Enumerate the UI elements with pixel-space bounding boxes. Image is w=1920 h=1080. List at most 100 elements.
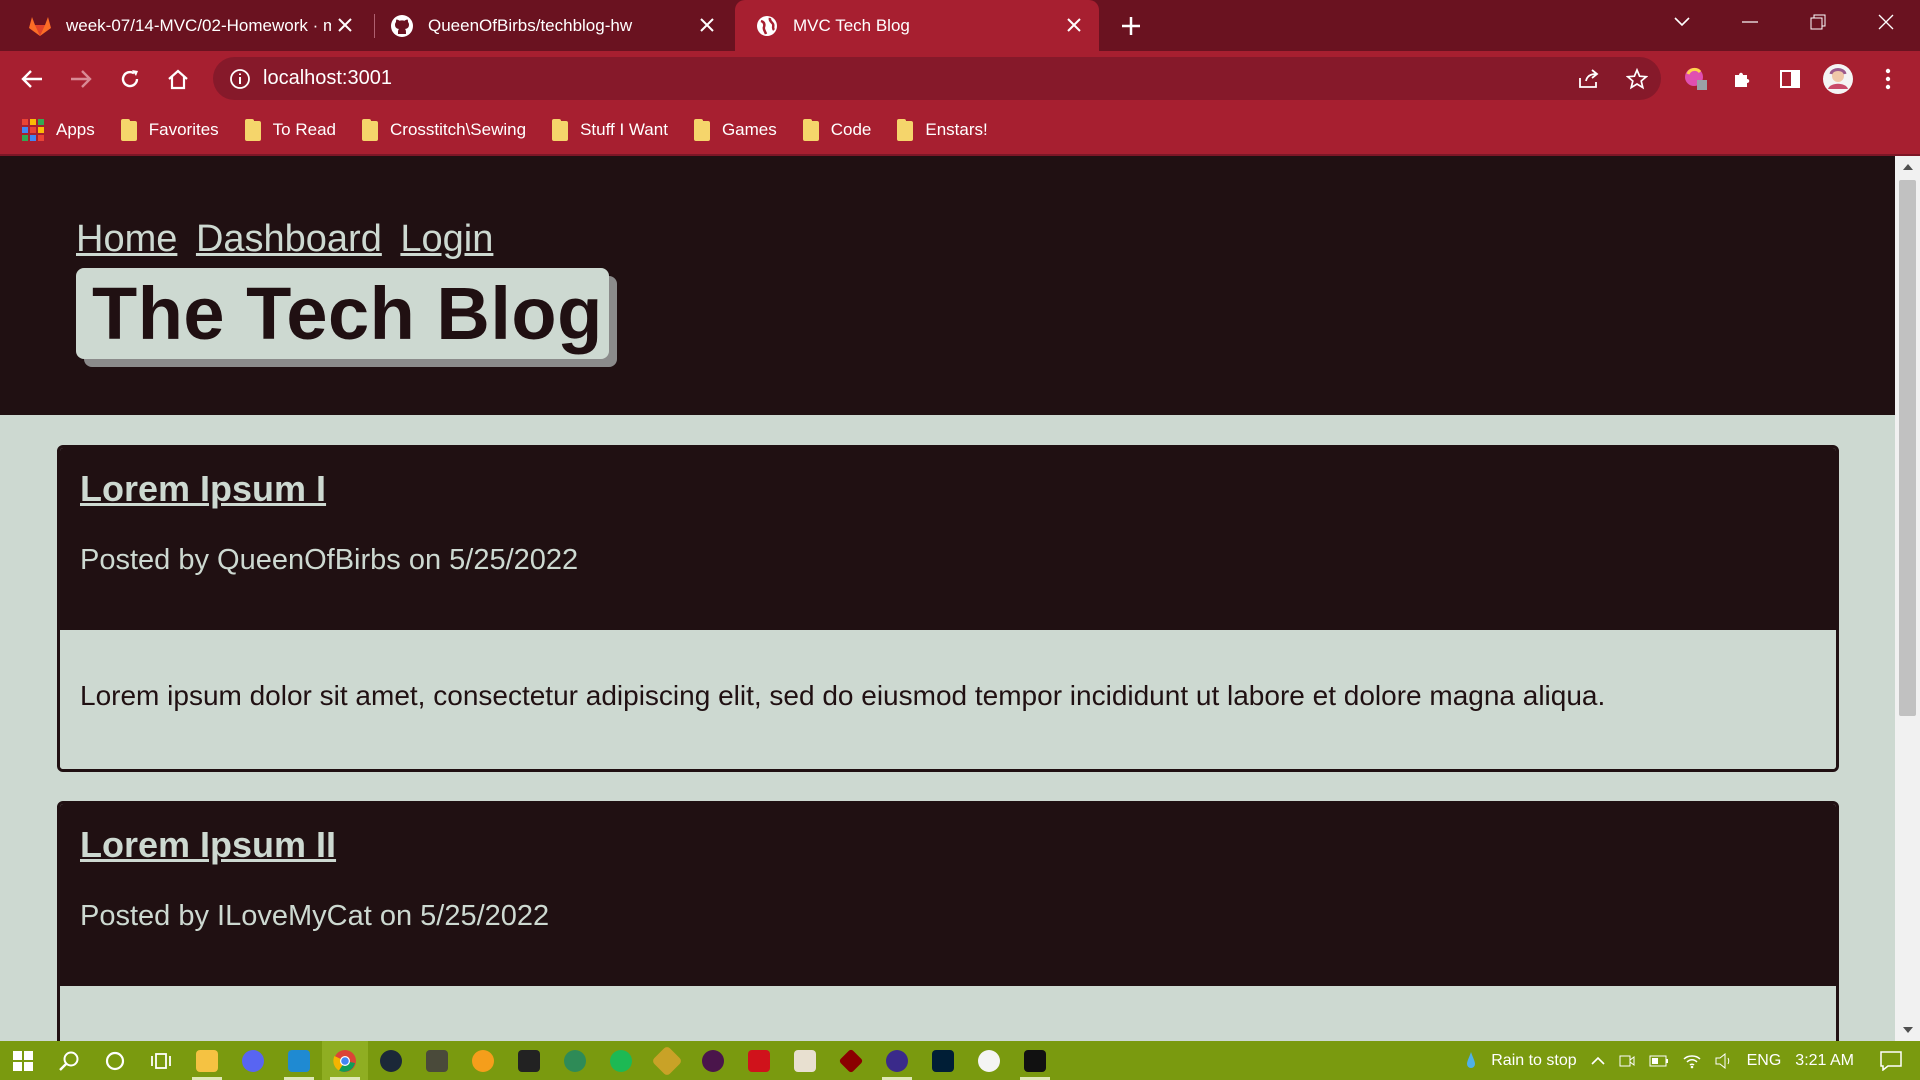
discord-icon <box>242 1049 264 1072</box>
tab-search-button[interactable] <box>1648 0 1716 44</box>
folder-icon <box>897 119 914 141</box>
post-title-link[interactable]: Lorem Ipsum I <box>80 468 326 510</box>
apps-grid-icon <box>22 119 44 141</box>
folder-icon <box>244 119 261 141</box>
nav-link-dashboard[interactable]: Dashboard <box>196 218 382 260</box>
chevron-down-icon <box>1674 17 1690 27</box>
reload-button[interactable] <box>114 63 146 95</box>
minimize-button[interactable] <box>1716 0 1784 44</box>
taskbar-app-steam[interactable] <box>368 1041 414 1080</box>
post-title-link[interactable]: Lorem Ipsum II <box>80 824 336 866</box>
bookmark-folder-code[interactable]: Code <box>802 113 871 147</box>
app-icon <box>564 1049 586 1072</box>
notification-icon <box>1880 1050 1902 1071</box>
share-button[interactable] <box>1565 57 1613 100</box>
bookmark-folder-stuff-i-want[interactable]: Stuff I Want <box>552 113 668 147</box>
browser-menu-button[interactable] <box>1872 63 1904 95</box>
bookmark-folder-games[interactable]: Games <box>693 113 777 147</box>
taskbar-app-21[interactable] <box>966 1041 1012 1080</box>
taskbar-app-vscode[interactable] <box>276 1041 322 1080</box>
task-view-button[interactable] <box>138 1041 184 1080</box>
address-bar[interactable]: localhost:3001 <box>213 57 1661 100</box>
taskbar-app-acrobat[interactable] <box>736 1041 782 1080</box>
restore-button[interactable] <box>1784 0 1852 44</box>
browser-toolbar: localhost:3001 <box>0 51 1920 106</box>
bookmark-star-button[interactable] <box>1613 57 1661 100</box>
taskbar-app-discord[interactable] <box>230 1041 276 1080</box>
weather-widget[interactable]: Rain to stop <box>1465 1050 1577 1072</box>
post-card: Lorem Ipsum I Posted by QueenOfBirbs on … <box>57 445 1839 772</box>
close-icon[interactable] <box>696 14 718 36</box>
start-button[interactable] <box>0 1041 46 1080</box>
post-content: Lorem ipsum dolor sit amet, consectetur … <box>80 680 1606 711</box>
chrome-icon <box>333 1049 356 1072</box>
github-icon <box>390 14 414 38</box>
profile-button[interactable] <box>1822 63 1854 95</box>
forward-button[interactable] <box>65 63 97 95</box>
side-panel-button[interactable] <box>1774 63 1806 95</box>
taskbar-app-photoshop[interactable] <box>920 1041 966 1080</box>
site-header: Home Dashboard Login The Tech Blog <box>0 156 1895 415</box>
taskbar-app-9[interactable] <box>414 1041 460 1080</box>
taskbar-app-chrome[interactable] <box>322 1041 368 1080</box>
post-body <box>60 986 1836 1041</box>
scroll-up-arrow-icon[interactable] <box>1903 164 1913 170</box>
search-button[interactable] <box>46 1041 92 1080</box>
taskbar-app-14[interactable] <box>644 1041 690 1080</box>
bookmark-label: Favorites <box>148 120 219 139</box>
taskbar-app-19[interactable] <box>874 1041 920 1080</box>
taskbar-app-17[interactable] <box>782 1041 828 1080</box>
arrow-right-icon <box>71 70 92 88</box>
wifi-icon <box>1683 1054 1701 1068</box>
taskbar-app-slack[interactable] <box>690 1041 736 1080</box>
close-window-button[interactable] <box>1852 0 1920 44</box>
bookmark-label: Crosstitch\Sewing <box>390 120 527 139</box>
tray-wifi-button[interactable] <box>1683 1053 1701 1069</box>
bookmark-folder-crosstitch-sewing[interactable]: Crosstitch\Sewing <box>362 113 526 147</box>
folder-icon <box>802 119 819 141</box>
notifications-button[interactable] <box>1880 1050 1902 1071</box>
taskbar-app-spotify[interactable] <box>598 1041 644 1080</box>
system-tray: Rain to stop ENG 3:21 AM <box>1465 1041 1920 1080</box>
page-scrollbar[interactable] <box>1895 156 1920 1041</box>
app-icon <box>426 1049 448 1072</box>
tab-gitlab[interactable]: week-07/14-MVC/02-Homework · m <box>0 0 370 51</box>
window-controls <box>1648 0 1920 44</box>
clock-button[interactable]: 3:21 AM <box>1795 1052 1854 1070</box>
taskbar-app-18[interactable] <box>828 1041 874 1080</box>
bookmark-apps[interactable]: Apps <box>22 113 95 147</box>
search-icon <box>59 1051 79 1071</box>
close-icon[interactable] <box>334 14 356 36</box>
nav-link-login[interactable]: Login <box>400 218 493 260</box>
back-button[interactable] <box>16 63 48 95</box>
taskbar-app-file-explorer[interactable] <box>184 1041 230 1080</box>
scroll-down-arrow-icon[interactable] <box>1903 1027 1913 1033</box>
bookmark-folder-to-read[interactable]: To Read <box>244 113 336 147</box>
show-hidden-icons-button[interactable] <box>1591 1056 1605 1066</box>
tray-battery-button[interactable] <box>1649 1055 1669 1067</box>
taskbar-app-12[interactable] <box>552 1041 598 1080</box>
terminal-icon <box>1024 1049 1046 1072</box>
scrollbar-thumb[interactable] <box>1899 180 1916 716</box>
bookmark-folder-enstars[interactable]: Enstars! <box>897 113 988 147</box>
share-icon <box>1579 68 1599 88</box>
tray-meet-now-button[interactable] <box>1619 1053 1635 1069</box>
extension-button[interactable] <box>1680 63 1712 95</box>
bookmarks-bar: Apps Favorites To Read Crosstitch\Sewing… <box>0 106 1920 156</box>
nav-link-home[interactable]: Home <box>76 218 177 260</box>
tab-mvc-tech-blog[interactable]: MVC Tech Blog <box>735 0 1099 51</box>
tray-volume-button[interactable] <box>1715 1052 1733 1069</box>
tab-title: MVC Tech Blog <box>793 15 910 35</box>
cortana-button[interactable] <box>92 1041 138 1080</box>
new-tab-button[interactable] <box>1117 12 1145 40</box>
tab-github[interactable]: QueenOfBirbs/techblog-hw <box>362 0 732 51</box>
taskbar-app-7zip[interactable] <box>506 1041 552 1080</box>
taskbar-app-10[interactable] <box>460 1041 506 1080</box>
close-icon[interactable] <box>1063 14 1085 36</box>
input-language-button[interactable]: ENG <box>1747 1052 1782 1070</box>
taskbar-app-terminal[interactable] <box>1012 1041 1058 1080</box>
bookmark-folder-favorites[interactable]: Favorites <box>120 113 219 147</box>
home-button[interactable] <box>162 63 194 95</box>
extensions-menu-button[interactable] <box>1727 63 1759 95</box>
folder-icon <box>120 119 137 141</box>
